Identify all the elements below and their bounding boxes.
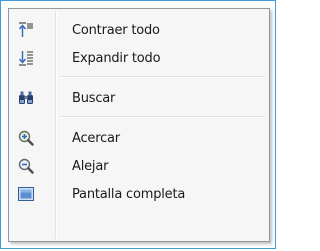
menu-item-zoom-in[interactable]: Acercar — [11, 123, 267, 153]
expand-all-icon — [18, 50, 34, 66]
menu-item-label: Acercar — [72, 130, 120, 146]
menu-item-fullscreen[interactable]: Pantalla completa — [11, 179, 267, 209]
collapse-all-icon — [18, 22, 34, 38]
menu-item-collapse-all[interactable]: Contraer todo — [11, 15, 267, 45]
binoculars-icon — [18, 90, 34, 106]
menu-item-label: Buscar — [72, 90, 116, 106]
menu-item-label: Pantalla completa — [72, 186, 186, 202]
menu-item-label: Contraer todo — [72, 22, 160, 38]
context-menu: Contraer todo Expandir todo Buscar Acerc… — [8, 8, 270, 242]
menu-item-zoom-out[interactable]: Alejar — [11, 151, 267, 181]
zoom-out-icon — [18, 158, 34, 174]
menu-separator — [59, 76, 265, 78]
zoom-in-icon — [18, 130, 34, 146]
menu-item-label: Alejar — [72, 158, 109, 174]
menu-separator — [59, 116, 265, 118]
menu-item-expand-all[interactable]: Expandir todo — [11, 43, 267, 73]
fullscreen-icon — [18, 186, 34, 202]
menu-item-search[interactable]: Buscar — [11, 83, 267, 113]
menu-item-label: Expandir todo — [72, 50, 161, 66]
window-frame: Contraer todo Expandir todo Buscar Acerc… — [0, 0, 276, 249]
